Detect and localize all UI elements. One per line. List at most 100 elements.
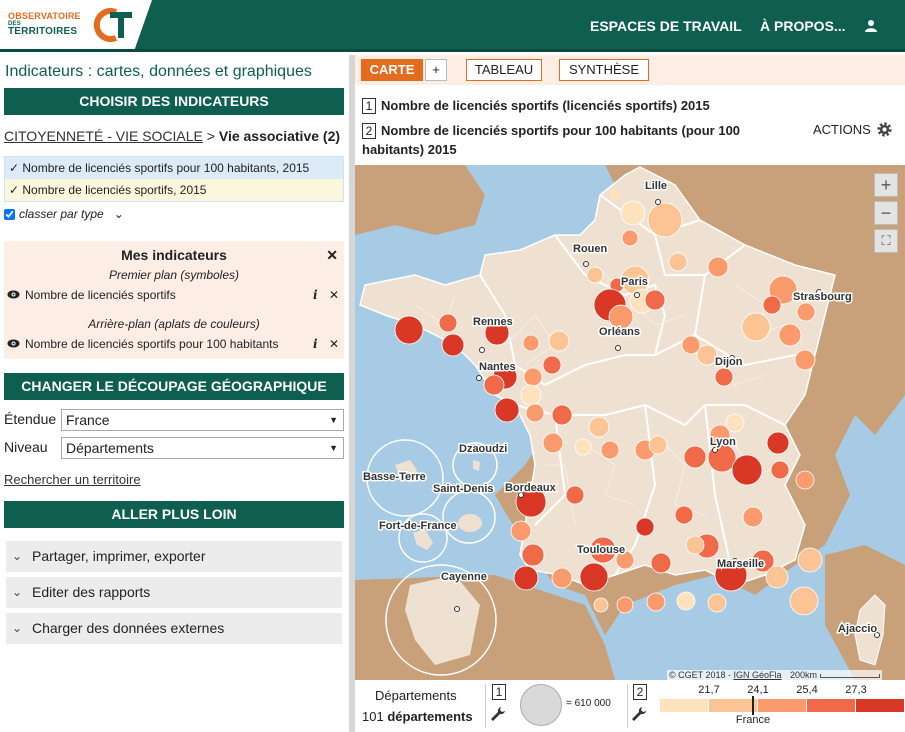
- accordion-share[interactable]: ⌄ Partager, imprimer, exporter: [6, 541, 342, 572]
- indicator-item-count[interactable]: ✓ Nombre de licenciés sportifs, 2015: [5, 179, 343, 201]
- wrench-icon[interactable]: [631, 706, 647, 725]
- nav-about[interactable]: À PROPOS...: [760, 0, 846, 52]
- remove-icon[interactable]: ✕: [327, 337, 341, 351]
- department-symbol[interactable]: [681, 335, 701, 355]
- remove-icon[interactable]: ✕: [327, 288, 341, 302]
- city-label: Dzaoudzi: [459, 443, 507, 455]
- department-symbol[interactable]: [621, 229, 639, 247]
- department-symbol[interactable]: [394, 315, 424, 345]
- actions-menu[interactable]: ACTIONS: [813, 121, 893, 138]
- department-symbol[interactable]: [797, 547, 823, 573]
- department-symbol[interactable]: [483, 374, 505, 396]
- department-symbol[interactable]: [593, 597, 609, 613]
- eye-icon[interactable]: [7, 337, 25, 351]
- user-icon[interactable]: [864, 0, 882, 52]
- department-symbol[interactable]: [714, 367, 734, 387]
- department-symbol[interactable]: [438, 313, 458, 333]
- breadcrumb-theme-link[interactable]: CITOYENNETÉ - VIE SOCIALE: [4, 128, 203, 144]
- department-symbol[interactable]: [520, 384, 542, 406]
- department-symbol[interactable]: [741, 312, 771, 342]
- department-symbol[interactable]: [635, 517, 655, 537]
- attribution-source-link[interactable]: IGN GéoFla: [734, 670, 782, 680]
- department-symbol[interactable]: [707, 593, 727, 613]
- choose-indicators-button[interactable]: CHOISIR DES INDICATEURS: [4, 88, 344, 115]
- department-symbol[interactable]: [525, 403, 545, 423]
- accordion-external-data[interactable]: ⌄ Charger des données externes: [6, 613, 342, 644]
- department-symbol[interactable]: [600, 440, 620, 460]
- color-bin[interactable]: [660, 699, 708, 712]
- department-symbol[interactable]: [644, 289, 666, 311]
- info-icon[interactable]: i: [313, 337, 327, 351]
- department-symbol[interactable]: [521, 543, 545, 567]
- department-symbol[interactable]: [794, 349, 816, 371]
- department-symbol[interactable]: [542, 355, 562, 375]
- department-symbol[interactable]: [707, 256, 729, 278]
- logo[interactable]: OBSERVATOIRE DES TERRITOIRES: [0, 0, 152, 52]
- department-symbol[interactable]: [731, 454, 763, 486]
- info-icon[interactable]: i: [313, 288, 327, 302]
- department-symbol[interactable]: [646, 592, 666, 612]
- department-symbol[interactable]: [588, 416, 610, 438]
- department-symbol[interactable]: [620, 200, 646, 226]
- indicator-item-per100[interactable]: ✓ Nombre de licenciés sportifs pour 100 …: [5, 157, 343, 179]
- map-canvas[interactable]: Lille Rouen Paris Strasbourg Rennes Orléans Di…: [355, 165, 905, 680]
- tab-add-map[interactable]: +: [425, 59, 447, 81]
- department-symbol[interactable]: [513, 565, 539, 591]
- level-select[interactable]: Départements ▼: [61, 437, 344, 459]
- department-symbol[interactable]: [586, 266, 604, 284]
- close-icon[interactable]: ✕: [326, 247, 338, 264]
- department-symbol[interactable]: [522, 334, 540, 352]
- department-symbol[interactable]: [510, 520, 532, 542]
- department-symbol[interactable]: [441, 333, 465, 357]
- department-symbol[interactable]: [674, 505, 694, 525]
- department-symbol[interactable]: [579, 562, 609, 592]
- wrench-icon[interactable]: [490, 706, 506, 725]
- department-symbol[interactable]: [795, 470, 815, 490]
- department-symbol[interactable]: [551, 404, 573, 426]
- department-symbol[interactable]: [565, 485, 585, 505]
- change-geography-button[interactable]: CHANGER LE DÉCOUPAGE GÉOGRAPHIQUE: [4, 373, 344, 400]
- classer-checkbox[interactable]: [4, 208, 15, 220]
- accordion-reports[interactable]: ⌄ Editer des rapports: [6, 577, 342, 608]
- department-symbol[interactable]: [494, 397, 520, 423]
- tab-synthesis[interactable]: SYNTHÈSE: [559, 59, 649, 81]
- department-symbol[interactable]: [650, 552, 672, 574]
- color-bin[interactable]: [758, 699, 806, 712]
- department-symbol[interactable]: [778, 323, 802, 347]
- department-symbol[interactable]: [766, 431, 790, 455]
- department-symbol[interactable]: [542, 432, 564, 454]
- color-bin[interactable]: [807, 699, 855, 712]
- department-symbol[interactable]: [696, 344, 718, 366]
- department-symbol[interactable]: [770, 460, 790, 480]
- color-bin[interactable]: [709, 699, 757, 712]
- zoom-out-button[interactable]: −: [874, 201, 898, 225]
- department-symbol[interactable]: [725, 413, 745, 433]
- department-symbol[interactable]: [548, 330, 570, 352]
- zoom-in-button[interactable]: +: [874, 173, 898, 197]
- fullscreen-button[interactable]: ⛶: [874, 229, 898, 253]
- department-symbol[interactable]: [683, 445, 707, 469]
- department-symbol[interactable]: [668, 252, 688, 272]
- search-territory-link[interactable]: Rechercher un territoire: [4, 472, 141, 487]
- department-symbol[interactable]: [762, 295, 782, 315]
- eye-icon[interactable]: [7, 288, 25, 302]
- department-symbol[interactable]: [742, 506, 764, 528]
- department-symbol[interactable]: [796, 302, 816, 322]
- department-symbol[interactable]: [685, 535, 705, 555]
- chevron-down-icon[interactable]: ⌄: [114, 207, 124, 221]
- tab-map[interactable]: CARTE: [361, 59, 423, 81]
- department-symbol[interactable]: [789, 586, 819, 616]
- department-symbol[interactable]: [648, 435, 668, 455]
- department-symbol[interactable]: [765, 565, 789, 589]
- department-symbol[interactable]: [523, 367, 543, 387]
- nav-workspaces[interactable]: ESPACES DE TRAVAIL: [590, 0, 742, 52]
- department-symbol[interactable]: [647, 202, 683, 238]
- extent-select[interactable]: France ▼: [61, 409, 344, 431]
- department-symbol[interactable]: [676, 591, 696, 611]
- department-symbol[interactable]: [574, 438, 592, 456]
- tab-table[interactable]: TABLEAU: [466, 59, 542, 81]
- department-symbol[interactable]: [551, 567, 573, 589]
- go-further-button[interactable]: ALLER PLUS LOIN: [4, 501, 344, 528]
- color-bin[interactable]: [856, 699, 904, 712]
- department-symbol[interactable]: [616, 596, 634, 614]
